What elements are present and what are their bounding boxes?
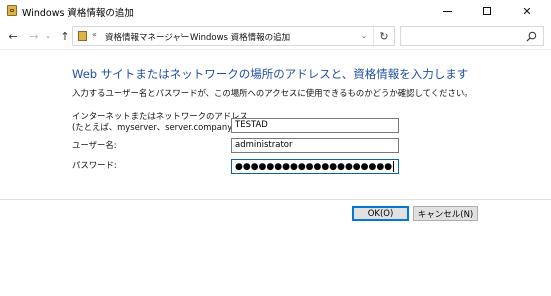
search-icon — [526, 31, 537, 42]
minimize-button[interactable] — [428, 0, 466, 22]
recent-locations-button[interactable]: ⌄ — [44, 28, 52, 44]
network-address-field[interactable]: TESTAD — [231, 118, 399, 133]
close-icon: ✕ — [522, 4, 532, 18]
navigation-bar: ← → ⌄ ↑ « 資格情報マネージャー › Windows 資格情報の追加 ⌄… — [0, 24, 551, 48]
page-title: Web サイトまたはネットワークの場所のアドレスと、資格情報を入力します — [72, 67, 469, 81]
refresh-button[interactable]: ↻ — [373, 27, 394, 45]
address-dropdown-button[interactable]: ⌄ — [355, 27, 373, 45]
add-windows-credential-window: Windows 資格情報の追加 ✕ ← → ⌄ ↑ « 資格情報マネージャー › — [0, 0, 551, 296]
search-input[interactable] — [400, 26, 544, 46]
close-button[interactable]: ✕ — [508, 0, 546, 22]
minimize-icon — [442, 10, 452, 12]
back-arrow-icon: ← — [8, 29, 18, 43]
overflow-chevron-icon[interactable]: « — [92, 30, 97, 39]
button-area-divider — [0, 199, 551, 200]
back-button[interactable]: ← — [6, 28, 20, 44]
instruction-text: 入力するユーザー名とパスワードが、この場所へのアクセスに使用できるものかどうか確… — [72, 88, 473, 98]
breadcrumb-credential-manager[interactable]: 資格情報マネージャー — [105, 31, 189, 43]
up-arrow-icon: ↑ — [60, 29, 70, 43]
password-mask: ●●●●●●●●●●●●●●●●●●●● — [235, 162, 393, 172]
maximize-icon — [483, 7, 491, 15]
address-label-line1: インターネットまたはネットワークのアドレス — [72, 111, 248, 121]
title-bar: Windows 資格情報の追加 ✕ — [0, 0, 551, 22]
credential-manager-icon — [78, 31, 87, 41]
window-title: Windows 資格情報の追加 — [22, 8, 134, 19]
username-label: ユーザー名: — [72, 140, 117, 150]
ok-button[interactable]: OK(O) — [352, 206, 409, 221]
address-label-line2: (たとえば、myserver、server.company.com): — [72, 122, 258, 132]
username-field[interactable]: administrator — [231, 138, 399, 153]
password-field[interactable]: ●●●●●●●●●●●●●●●●●●●● — [231, 159, 399, 174]
navigation-divider — [0, 49, 551, 50]
maximize-button[interactable] — [468, 0, 506, 22]
chevron-down-icon: ⌄ — [45, 32, 51, 40]
chevron-down-icon: ⌄ — [361, 32, 367, 40]
refresh-icon: ↻ — [379, 29, 389, 43]
breadcrumb-separator-icon[interactable]: › — [180, 30, 183, 39]
forward-button[interactable]: → — [27, 28, 41, 44]
credential-manager-icon — [7, 5, 17, 16]
cancel-button[interactable]: キャンセル(N) — [413, 206, 478, 221]
password-label: パスワード: — [72, 160, 117, 170]
forward-arrow-icon: → — [29, 29, 39, 43]
text-caret — [393, 161, 395, 172]
breadcrumb-add-windows-credential[interactable]: Windows 資格情報の追加 — [190, 31, 290, 43]
address-bar[interactable]: « 資格情報マネージャー › Windows 資格情報の追加 ⌄ ↻ — [72, 26, 395, 46]
up-button[interactable]: ↑ — [58, 28, 72, 44]
